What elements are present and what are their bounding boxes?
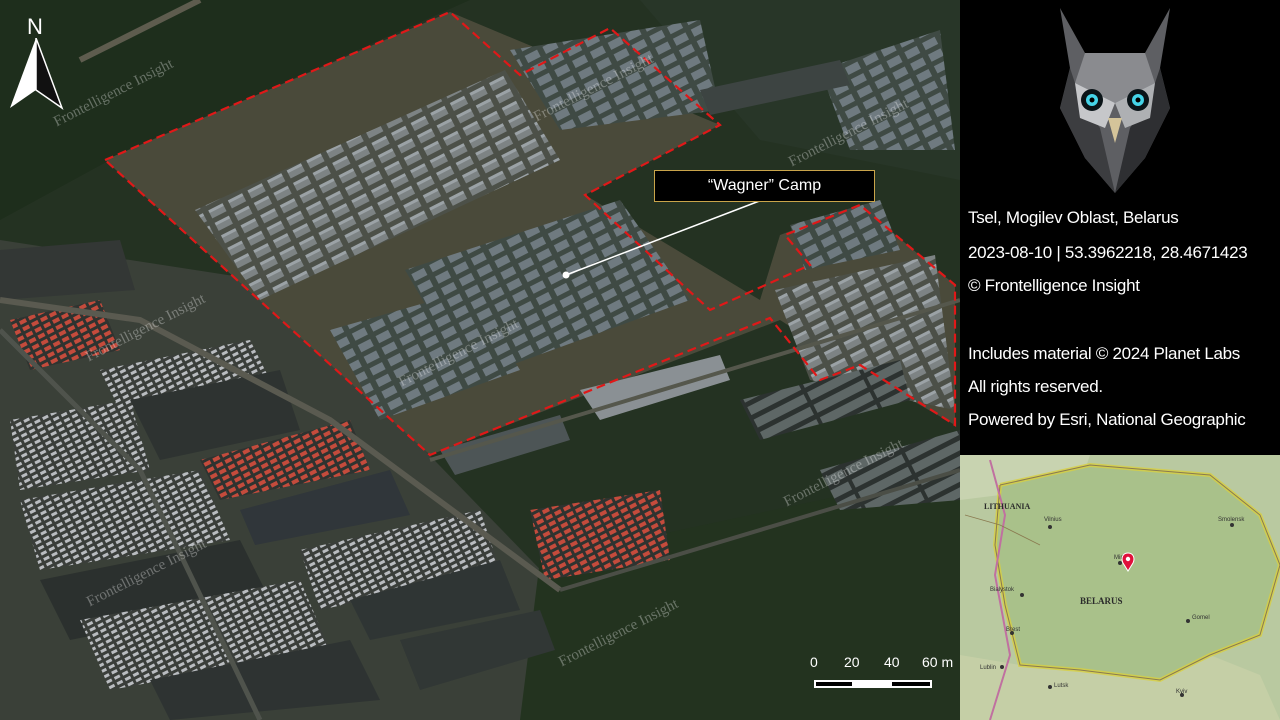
location-text: Tsel, Mogilev Oblast, Belarus [968,208,1179,227]
copyright-text: © Frontelligence Insight [968,276,1140,295]
satellite-image: Frontelligence Insight Frontelligence In… [0,0,960,720]
scale-bar-graphic [814,680,932,688]
scale-label: 0 [810,654,818,670]
date-coordinates-text: 2023-08-10 | 53.3962218, 28.4671423 [968,243,1248,262]
callout-point [562,271,570,279]
info-panel: Tsel, Mogilev Oblast, Belarus 2023-08-10… [960,0,1280,455]
north-arrow-icon [10,38,64,110]
inset-label-city: Lublin [980,665,996,671]
owl-logo-icon [1060,8,1170,193]
scale-label: 60 m [922,654,954,670]
scale-label: 20 [844,654,860,670]
satellite-imagery [0,0,960,720]
inset-label-city: Bialystok [990,587,1015,593]
credit-text: All rights reserved. [968,377,1103,396]
inset-map-graphic: LITHUANIA BELARUS Vilnius Minsk Smolensk… [960,455,1280,720]
inset-locator-map: LITHUANIA BELARUS Vilnius Minsk Smolensk… [960,455,1280,720]
credit-text: Powered by Esri, National Geographic [968,410,1246,429]
north-label: N [27,14,43,39]
north-arrow: N [6,12,68,112]
inset-label-lithuania: LITHUANIA [984,502,1030,511]
inset-label-city: Kyiv [1176,689,1187,695]
inset-label-city: Vilnius [1044,517,1062,523]
inset-label-belarus: BELARUS [1080,596,1123,606]
inset-label-city: Gomel [1192,615,1210,621]
inset-label-city: Lutsk [1054,683,1069,689]
inset-label-city: Brest [1006,627,1020,633]
inset-label-city: Smolensk [1218,517,1245,523]
scale-label: 40 [884,654,900,670]
scale-bar: 0 20 40 60 m [808,654,958,694]
credit-text: Includes material © 2024 Planet Labs [968,344,1241,363]
callout-label: “Wagner” Camp [654,170,875,202]
